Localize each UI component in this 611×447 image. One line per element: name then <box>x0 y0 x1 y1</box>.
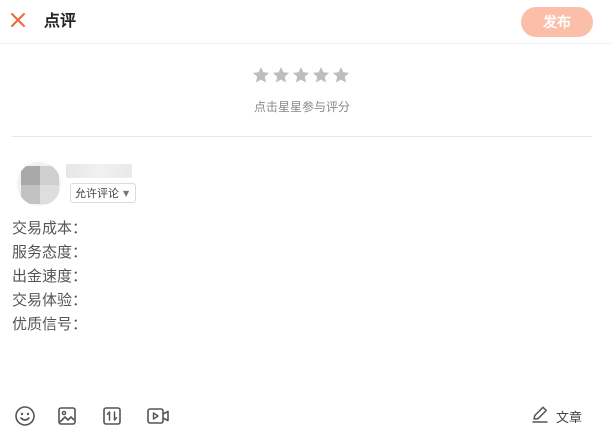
star-rating <box>252 66 350 84</box>
template-line: 出金速度： <box>12 267 88 285</box>
star-icon[interactable] <box>292 66 310 84</box>
emoji-icon[interactable] <box>13 404 37 428</box>
image-icon[interactable] <box>55 404 79 428</box>
comment-permission-select[interactable]: 允许评论 ▼ <box>70 183 137 203</box>
template-line: 交易成本： <box>12 219 88 237</box>
comment-permission-label: 允许评论 <box>75 187 119 200</box>
article-label: 文章 <box>556 410 583 426</box>
star-icon[interactable] <box>272 66 290 84</box>
edit-icon <box>530 404 550 428</box>
video-icon[interactable] <box>146 404 170 428</box>
template-line: 服务态度： <box>12 243 88 261</box>
close-icon[interactable] <box>8 10 28 30</box>
publish-button[interactable]: 发布 <box>521 7 593 37</box>
avatar <box>17 162 61 206</box>
page-title: 点评 <box>44 11 77 30</box>
star-icon[interactable] <box>332 66 350 84</box>
rating-hint: 点击星星参与评分 <box>253 100 350 114</box>
divider <box>12 136 592 137</box>
caret-down-icon: ▼ <box>123 188 130 198</box>
review-editor: 点评 发布 点击星星参与评分 允许评论 ▼ 交易成本： 服务态度： 出金速度： 交易体… <box>0 0 611 447</box>
template-line: 优质信号： <box>12 315 88 333</box>
header: 点评 发布 <box>0 0 611 44</box>
star-icon[interactable] <box>252 66 270 84</box>
star-icon[interactable] <box>312 66 330 84</box>
template-line: 交易体验： <box>12 291 88 309</box>
article-button[interactable]: 文章 <box>530 404 582 428</box>
username-redacted <box>66 164 132 178</box>
review-body-input[interactable]: 交易成本： 服务态度： 出金速度： 交易体验： 优质信号： <box>12 216 87 336</box>
sort-icon[interactable] <box>100 404 124 428</box>
